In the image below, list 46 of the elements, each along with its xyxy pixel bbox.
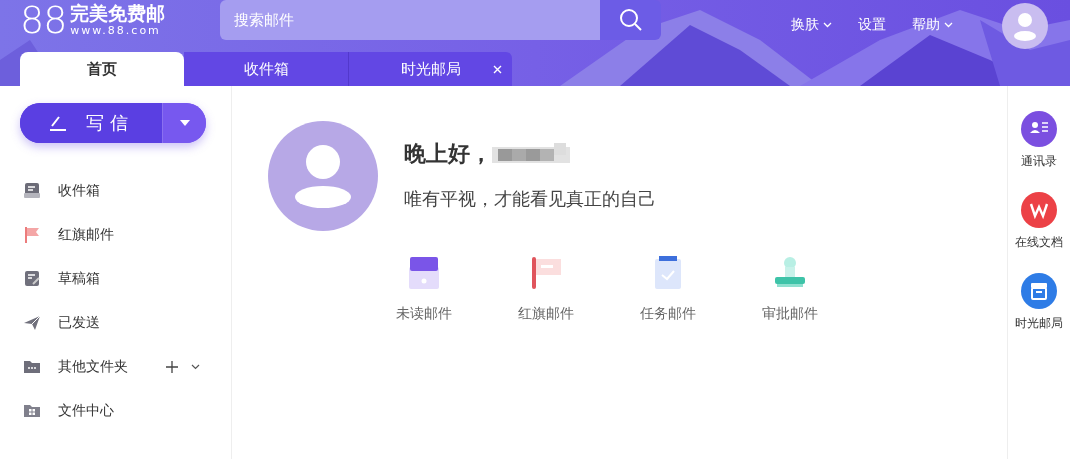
avatar[interactable] <box>1002 3 1048 49</box>
folder-icon <box>23 402 41 420</box>
contacts-icon <box>1021 111 1057 147</box>
plus-icon[interactable] <box>166 361 178 373</box>
chevron-down-icon <box>944 22 954 28</box>
chevron-down-icon[interactable] <box>191 364 200 370</box>
folder-item[interactable]: 文件中心 <box>0 389 231 433</box>
shortcut-button[interactable]: 审批邮件 <box>749 253 831 323</box>
search-field[interactable]: 搜索邮件 <box>220 0 601 40</box>
inbox-icon <box>23 182 41 200</box>
tab[interactable]: 首页 <box>20 52 184 86</box>
logo-domain: www.88.com <box>70 24 162 37</box>
sidebar-app-button[interactable]: 通讯录 <box>1021 111 1057 170</box>
tab[interactable]: 收件箱 <box>184 52 348 86</box>
nav-link[interactable]: 换肤 <box>791 16 833 34</box>
folder-item[interactable]: 其他文件夹 <box>0 345 231 389</box>
compose-menu-button[interactable] <box>162 103 206 143</box>
search-icon <box>618 8 643 32</box>
shortcut-button[interactable]: 红旗邮件 <box>505 253 587 323</box>
w-logo-icon <box>1021 192 1057 228</box>
sidebar-app-button[interactable]: 时光邮局 <box>1015 273 1063 332</box>
folder-item[interactable]: 已发送 <box>0 301 231 345</box>
search-button[interactable] <box>600 0 662 40</box>
greeting: 晚上好， <box>404 140 492 168</box>
tab[interactable]: 时光邮局 <box>348 52 512 86</box>
shortcut-button[interactable]: 任务邮件 <box>627 253 709 323</box>
logo-name: 完美免费邮 <box>70 3 166 24</box>
flag-icon <box>23 226 41 244</box>
motto-text: 唯有平视，才能看见真正的自己 <box>404 187 656 211</box>
caret-icon <box>179 120 190 126</box>
shortcut-button[interactable]: 未读邮件 <box>383 253 465 323</box>
compose-button[interactable]: 写信 <box>20 103 162 143</box>
draft-icon <box>23 270 41 288</box>
folder-item[interactable]: 收件箱 <box>0 169 231 213</box>
chevron-down-icon <box>823 22 833 28</box>
close-icon[interactable] <box>493 65 502 74</box>
folder-icon <box>23 358 41 376</box>
paper-plane-icon <box>23 314 41 332</box>
sidebar-app-button[interactable]: 在线文档 <box>1015 192 1063 251</box>
folder-item[interactable]: 草稿箱 <box>0 257 231 301</box>
logo-number: 88 <box>20 2 67 38</box>
nav-link[interactable]: 帮助 <box>912 16 954 34</box>
box-icon <box>1021 273 1057 309</box>
pen-icon <box>48 114 68 132</box>
nav-link[interactable]: 设置 <box>858 16 887 34</box>
folder-item[interactable]: 红旗邮件 <box>0 213 231 257</box>
